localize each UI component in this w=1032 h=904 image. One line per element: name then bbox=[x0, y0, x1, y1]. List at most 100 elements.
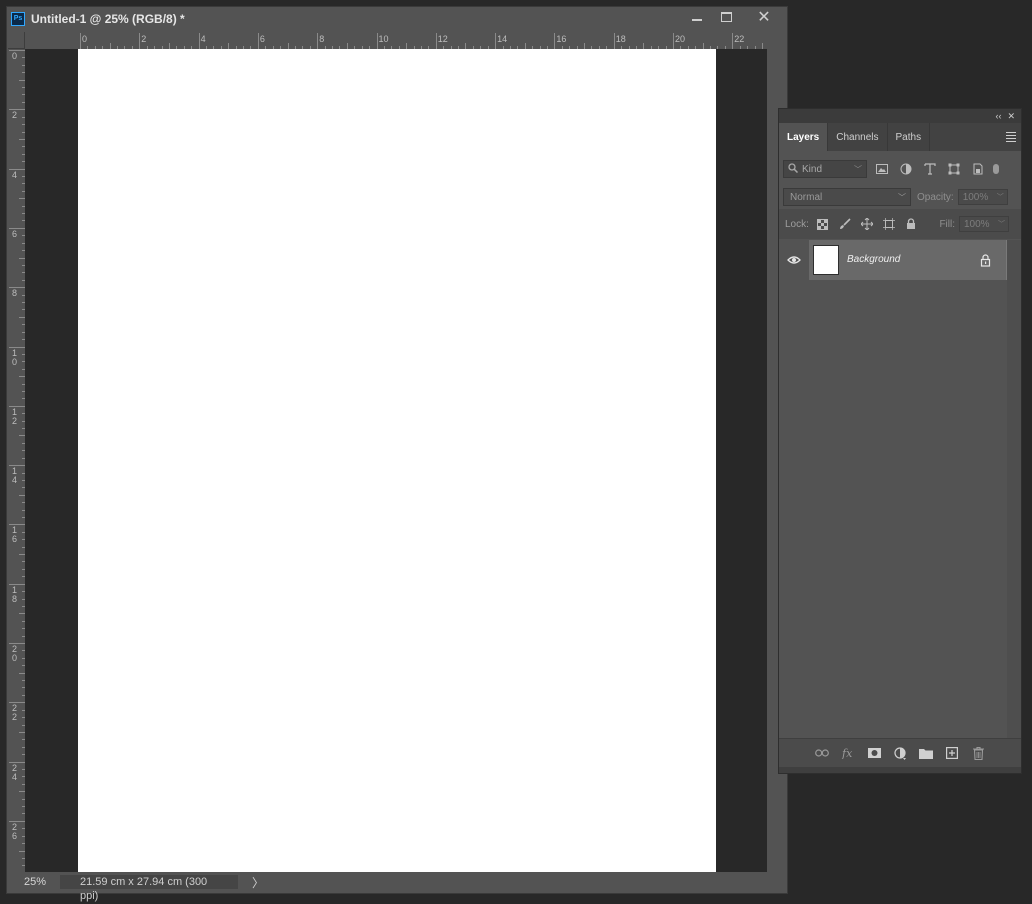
panel-resize-grip[interactable] bbox=[779, 767, 1021, 773]
tab-channels[interactable]: Channels bbox=[828, 123, 888, 151]
layers-list: Background bbox=[779, 240, 1007, 739]
ruler-tick-label: 6 bbox=[259, 34, 265, 44]
filter-kind-label: Kind bbox=[802, 163, 823, 175]
lock-label: Lock: bbox=[785, 218, 809, 230]
layer-row[interactable]: Background bbox=[779, 240, 1007, 280]
add-layer-mask-icon[interactable] bbox=[864, 743, 884, 763]
ruler-tick bbox=[9, 820, 25, 822]
ruler-tick bbox=[376, 33, 378, 49]
ruler-tick bbox=[9, 643, 25, 644]
layer-item-background[interactable]: Background bbox=[809, 240, 1007, 280]
ruler-tick bbox=[9, 227, 25, 229]
close-button[interactable]: ✕ bbox=[741, 7, 787, 27]
ruler-tick bbox=[435, 33, 437, 49]
zoom-level[interactable]: 25% bbox=[8, 876, 54, 888]
opacity-field[interactable]: 100% ﹀ bbox=[957, 189, 1008, 205]
ruler-origin[interactable] bbox=[8, 32, 25, 49]
new-layer-icon[interactable] bbox=[942, 743, 962, 763]
layer-filter-row: Kind ﹀ bbox=[783, 159, 1017, 179]
maximize-button[interactable] bbox=[711, 7, 741, 27]
lock-all-icon[interactable] bbox=[903, 216, 919, 232]
document-titlebar[interactable]: Ps Untitled-1 @ 25% (RGB/8) * ✕ bbox=[7, 7, 787, 31]
type-layer-filter-icon[interactable] bbox=[921, 160, 939, 178]
ruler-tick bbox=[139, 33, 141, 49]
chevron-down-icon: ﹀ bbox=[854, 164, 862, 174]
ruler-tick bbox=[495, 33, 497, 49]
layers-scrollbar[interactable] bbox=[1007, 240, 1021, 739]
link-layers-icon[interactable] bbox=[812, 743, 832, 763]
filter-kind-select[interactable]: Kind ﹀ bbox=[783, 160, 867, 178]
maximize-icon bbox=[720, 12, 732, 22]
canvas-area[interactable] bbox=[25, 49, 767, 874]
ruler-tick-label: 1 0 bbox=[12, 347, 18, 367]
close-panel-icon[interactable]: ✕ bbox=[1007, 111, 1015, 122]
svg-text:fx: fx bbox=[841, 747, 853, 759]
blend-mode-value: Normal bbox=[790, 191, 823, 203]
ruler-tick-label: 0 bbox=[82, 34, 88, 44]
document-canvas[interactable] bbox=[78, 49, 716, 874]
close-icon: ✕ bbox=[757, 9, 771, 26]
ruler-tick-label: 8 bbox=[319, 34, 325, 44]
panel-tabs: Layers Channels Paths bbox=[779, 123, 1021, 151]
ruler-tick-label: 2 2 bbox=[12, 703, 18, 723]
horizontal-ruler[interactable]: 0 2 4 6 8 10 12 14 16 18 20 22 bbox=[25, 32, 767, 50]
panel-header: ‹‹ ✕ bbox=[779, 109, 1021, 123]
shape-layer-filter-icon[interactable] bbox=[945, 160, 963, 178]
ruler-tick bbox=[9, 702, 25, 704]
opacity-value: 100% bbox=[962, 191, 989, 203]
ruler-tick bbox=[9, 346, 25, 348]
fill-value: 100% bbox=[964, 218, 990, 230]
new-group-folder-icon[interactable] bbox=[916, 743, 936, 763]
lock-transparent-pixels-icon[interactable] bbox=[815, 216, 831, 232]
layer-lock-icon[interactable] bbox=[978, 253, 992, 267]
document-info: 21.59 cm x 27.94 cm (300 ppi) bbox=[60, 875, 238, 902]
search-icon bbox=[788, 162, 799, 176]
panel-menu-icon[interactable] bbox=[1006, 132, 1016, 144]
ruler-tick bbox=[9, 50, 25, 51]
ruler-tick-label: 14 bbox=[497, 34, 508, 44]
new-adjustment-layer-icon[interactable] bbox=[890, 743, 910, 763]
ruler-tick-label: 22 bbox=[734, 34, 745, 44]
lock-position-move-icon[interactable] bbox=[859, 216, 875, 232]
vertical-ruler[interactable]: 0 2 4 6 8 1 0 1 2 1 4 1 6 1 8 2 0 2 2 2 4 2 6 bbox=[8, 49, 26, 875]
minimize-button[interactable] bbox=[683, 7, 711, 27]
ruler-tick-label: 2 bbox=[141, 34, 147, 44]
ruler-tick bbox=[9, 405, 25, 407]
ruler-tick-label: 18 bbox=[615, 34, 626, 44]
collapse-panel-icon[interactable]: ‹‹ bbox=[995, 111, 1001, 121]
layer-visibility-toggle[interactable] bbox=[779, 240, 809, 280]
lock-image-pixels-brush-icon[interactable] bbox=[837, 216, 853, 232]
ruler-tick bbox=[9, 583, 25, 585]
lock-artboard-icon[interactable] bbox=[881, 216, 897, 232]
layer-name[interactable]: Background bbox=[847, 240, 900, 280]
layers-panel: ‹‹ ✕ Layers Channels Paths Kind ﹀ Normal… bbox=[778, 108, 1022, 774]
ruler-tick-label: 1 4 bbox=[12, 466, 18, 486]
adjustment-layer-filter-icon[interactable] bbox=[897, 160, 915, 178]
ruler-tick-label: 2 0 bbox=[12, 644, 18, 663]
tab-paths[interactable]: Paths bbox=[888, 123, 931, 151]
ruler-tick bbox=[9, 761, 25, 763]
fill-field[interactable]: 100% ﹀ bbox=[959, 216, 1009, 232]
ruler-tick-label: 2 6 bbox=[12, 821, 18, 841]
window-controls: ✕ bbox=[683, 7, 787, 31]
tab-layers[interactable]: Layers bbox=[779, 123, 829, 151]
status-menu-arrow-icon[interactable]: 〉 bbox=[252, 874, 264, 891]
smart-object-filter-icon[interactable] bbox=[969, 160, 987, 178]
lock-row: Lock: Fill: 100% ﹀ bbox=[779, 209, 1021, 239]
chevron-down-icon: ﹀ bbox=[898, 192, 906, 202]
layer-style-fx-icon[interactable]: fx bbox=[838, 743, 858, 763]
photoshop-app-icon: Ps bbox=[11, 12, 25, 26]
filter-toggle-switch[interactable] bbox=[993, 164, 999, 174]
ruler-tick-label: 1 6 bbox=[12, 525, 18, 545]
delete-layer-trash-icon[interactable] bbox=[968, 743, 988, 763]
ruler-tick-label: 8 bbox=[12, 288, 18, 299]
ruler-tick bbox=[554, 33, 556, 49]
ruler-tick-label: 1 2 bbox=[12, 406, 18, 426]
ruler-tick-label: 16 bbox=[556, 34, 567, 44]
ruler-tick-label: 4 bbox=[12, 169, 18, 180]
blend-mode-select[interactable]: Normal ﹀ bbox=[783, 188, 911, 206]
ruler-tick bbox=[613, 33, 615, 49]
ruler-tick-label: 4 bbox=[200, 34, 206, 44]
pixel-layer-filter-icon[interactable] bbox=[873, 160, 891, 178]
status-bar: 25% 21.59 cm x 27.94 cm (300 ppi) 〉 bbox=[8, 872, 782, 902]
